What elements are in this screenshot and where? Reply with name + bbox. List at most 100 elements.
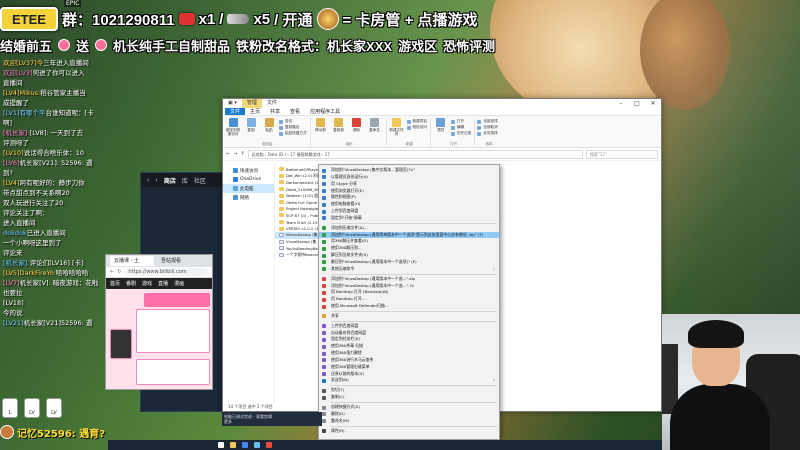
ribbon-tab-view[interactable]: 查看: [285, 108, 305, 115]
context-menu-item[interactable]: 使用360进行木马云查杀: [319, 357, 499, 364]
context-menu-item[interactable]: 添加到"VinzoDestop (通用简单版本中一个选项"提示到这张里面中心应有…: [319, 231, 499, 239]
context-menu-item[interactable]: 上传到百度网盘: [319, 323, 499, 330]
context-menu-item[interactable]: 使用360解压到...: [319, 245, 499, 252]
back-icon[interactable]: ←: [226, 151, 230, 157]
context-menu-item[interactable]: 用360解压并查看(O): [319, 238, 499, 245]
ribbon-tab-app-tools[interactable]: 应用程序工具: [305, 108, 345, 115]
context-menu-item[interactable]: 用 Skype 分享: [319, 181, 499, 188]
context-menu-item[interactable]: 添加到“VinzoDestop (集中文版本 - 管理员)7z”: [319, 167, 499, 174]
context-menu-item[interactable]: 删除(D): [319, 411, 499, 418]
context-menu-item[interactable]: 还原以前的版本(V): [319, 371, 499, 378]
notification-toast[interactable]: 电脑已调试完成 - 观看剪辑 更多: [222, 412, 322, 426]
nav-onedrive[interactable]: OneDrive: [223, 175, 274, 184]
chat-username[interactable]: [LV21]: [3, 319, 24, 327]
store-tab[interactable]: 商店: [164, 176, 176, 185]
site-nav-item[interactable]: 首页: [110, 280, 120, 287]
context-menu-item[interactable]: 使用浏览器打开(E): [319, 188, 499, 195]
chat-username[interactable]: [LV4]Mikus:: [3, 89, 40, 97]
chat-username[interactable]: [机长家]:: [3, 259, 30, 267]
nav-this-pc[interactable]: 此电脑: [223, 184, 274, 193]
url-bar[interactable]: https://www.bilibili.com: [124, 268, 208, 276]
up-icon[interactable]: ↑: [240, 151, 244, 157]
context-menu-item[interactable]: 添加到"VinzoDestop (通用版本中一个选...".zip: [319, 276, 499, 283]
history-button[interactable]: 历史记录: [450, 131, 471, 136]
context-menu-item[interactable]: 自动备份到百度网盘: [319, 330, 499, 337]
chat-username[interactable]: [LV1]有哪个平: [3, 109, 46, 117]
context-menu-item[interactable]: 使用 Microsoft Defender扫描...: [319, 303, 499, 310]
streamer-thumbnail[interactable]: [110, 329, 132, 359]
context-menu-item[interactable]: 上传到百度网盘: [319, 208, 499, 215]
context-menu-item[interactable]: 使用360管理右键菜单: [319, 364, 499, 371]
cut-button[interactable]: 剪切: [279, 119, 307, 124]
new-item-button[interactable]: 新建项目: [406, 119, 427, 124]
steam-taskbar-icon[interactable]: [254, 442, 260, 448]
chat-username[interactable]: [LV4]: [3, 179, 20, 187]
chat-username[interactable]: 欢迎[LV37]今: [3, 59, 43, 67]
copy-path-button[interactable]: 复制路径: [279, 125, 307, 130]
chat-username[interactable]: [LV6]: [3, 159, 20, 167]
select-all-button[interactable]: 全部选择: [477, 119, 498, 124]
context-menu-item[interactable]: 解压到当前文件夹(X): [319, 252, 499, 259]
chat-username[interactable]: 欢迎[LV3]: [3, 69, 33, 77]
close-icon[interactable]: ✕: [645, 99, 661, 108]
browser-taskbar-icon[interactable]: [242, 442, 248, 448]
site-nav-item[interactable]: 直播: [158, 280, 168, 287]
context-menu-item[interactable]: 用 Bandizip 打开...: [319, 296, 499, 303]
ribbon-tab-file[interactable]: 文件: [225, 108, 246, 115]
context-menu-item[interactable]: 使用360杀毒 扫描: [319, 343, 499, 350]
select-none-button[interactable]: 全部取消: [477, 125, 498, 130]
content-card[interactable]: [136, 309, 210, 353]
browser-tab[interactable]: 云播课 - 土: [110, 256, 154, 266]
site-nav-item[interactable]: 番剧: [126, 280, 136, 287]
chat-username[interactable]: [机长家]:: [3, 129, 30, 137]
search-input[interactable]: 搜索"17": [586, 149, 658, 159]
nav-network[interactable]: 网络: [223, 193, 274, 202]
paste-shortcut-button[interactable]: 粘贴快捷方式: [279, 131, 307, 136]
context-menu-item[interactable]: 使用电脑查看(H): [319, 201, 499, 208]
nav-quick-access[interactable]: 快速访问: [223, 166, 274, 175]
chat-username[interactable]: [LV5]DarkFireYo:: [3, 269, 56, 277]
browser-tab[interactable]: 吾站观看: [157, 256, 201, 266]
maximize-icon[interactable]: □: [629, 99, 645, 108]
refresh-icon[interactable]: ↻: [117, 269, 121, 275]
context-menu-item[interactable]: 属性和视图(P): [319, 194, 499, 201]
context-menu-item[interactable]: 复制(C): [319, 394, 499, 401]
ribbon-tab-share[interactable]: 共享: [265, 108, 285, 115]
context-menu-item[interactable]: 以管理员身份运行(A): [319, 174, 499, 181]
site-nav-item[interactable]: 游戏: [142, 280, 152, 287]
content-card[interactable]: [136, 359, 210, 385]
store-tab[interactable]: 库: [182, 176, 188, 185]
context-menu-item[interactable]: 用 Bandizip 打开 (Bandizip)(B): [319, 289, 499, 296]
context-menu-item[interactable]: 共享: [319, 313, 499, 320]
address-bar[interactable]: 此电脑 › Data (D:) › 17 播客辉腾游戏 › 17: [247, 149, 583, 159]
context-menu-item[interactable]: 解压到"VinzoDestop (通用版本中一个选项)" (E): [319, 259, 499, 266]
context-menu-item[interactable]: 使用360强力删除: [319, 350, 499, 357]
forward-icon[interactable]: →: [233, 151, 237, 157]
windows-start-icon[interactable]: [218, 442, 224, 448]
manage-tab[interactable]: 管理: [241, 99, 262, 108]
ribbon-tab-home[interactable]: 主页: [245, 108, 265, 115]
chat-username[interactable]: dokdok: [3, 229, 27, 237]
quick-access-toolbar[interactable]: ▣ ▾: [223, 99, 242, 108]
store-back-icon[interactable]: ‹: [147, 177, 149, 184]
invert-selection-button[interactable]: 反向选择: [477, 131, 498, 136]
open-button[interactable]: 打开: [450, 119, 471, 124]
chat-username[interactable]: [LV7]: [3, 279, 20, 287]
store-tab[interactable]: 社区: [194, 176, 206, 185]
context-menu-item[interactable]: 固定到任务栏(K): [319, 336, 499, 343]
gift-icon[interactable]: L: [2, 398, 18, 418]
store-forward-icon[interactable]: ›: [155, 177, 157, 184]
context-menu-item[interactable]: 添加到压缩文件(A)...: [319, 225, 499, 232]
chat-username[interactable]: [LV10]: [3, 149, 24, 157]
context-menu-item[interactable]: 属性(R): [319, 428, 499, 435]
context-menu-item[interactable]: 其他压缩命令 ›: [319, 266, 499, 273]
browser-window[interactable]: 云播课 - 土 吾站观看 ← ↻ https://www.bilibili.co…: [105, 254, 213, 390]
context-menu-item[interactable]: 添加到"VinzoDestop (通用版本中一个选...".7z: [319, 283, 499, 290]
explorer-taskbar-icon[interactable]: [230, 442, 236, 448]
easy-access-button[interactable]: 轻松访问: [406, 125, 427, 130]
site-nav-item[interactable]: 漫画: [174, 280, 184, 287]
back-icon[interactable]: ←: [110, 269, 114, 275]
context-menu-item[interactable]: 固定到"开始"屏幕: [319, 215, 499, 222]
context-menu-item[interactable]: 剪切(T): [319, 387, 499, 394]
gift-icon[interactable]: LV: [46, 398, 62, 418]
